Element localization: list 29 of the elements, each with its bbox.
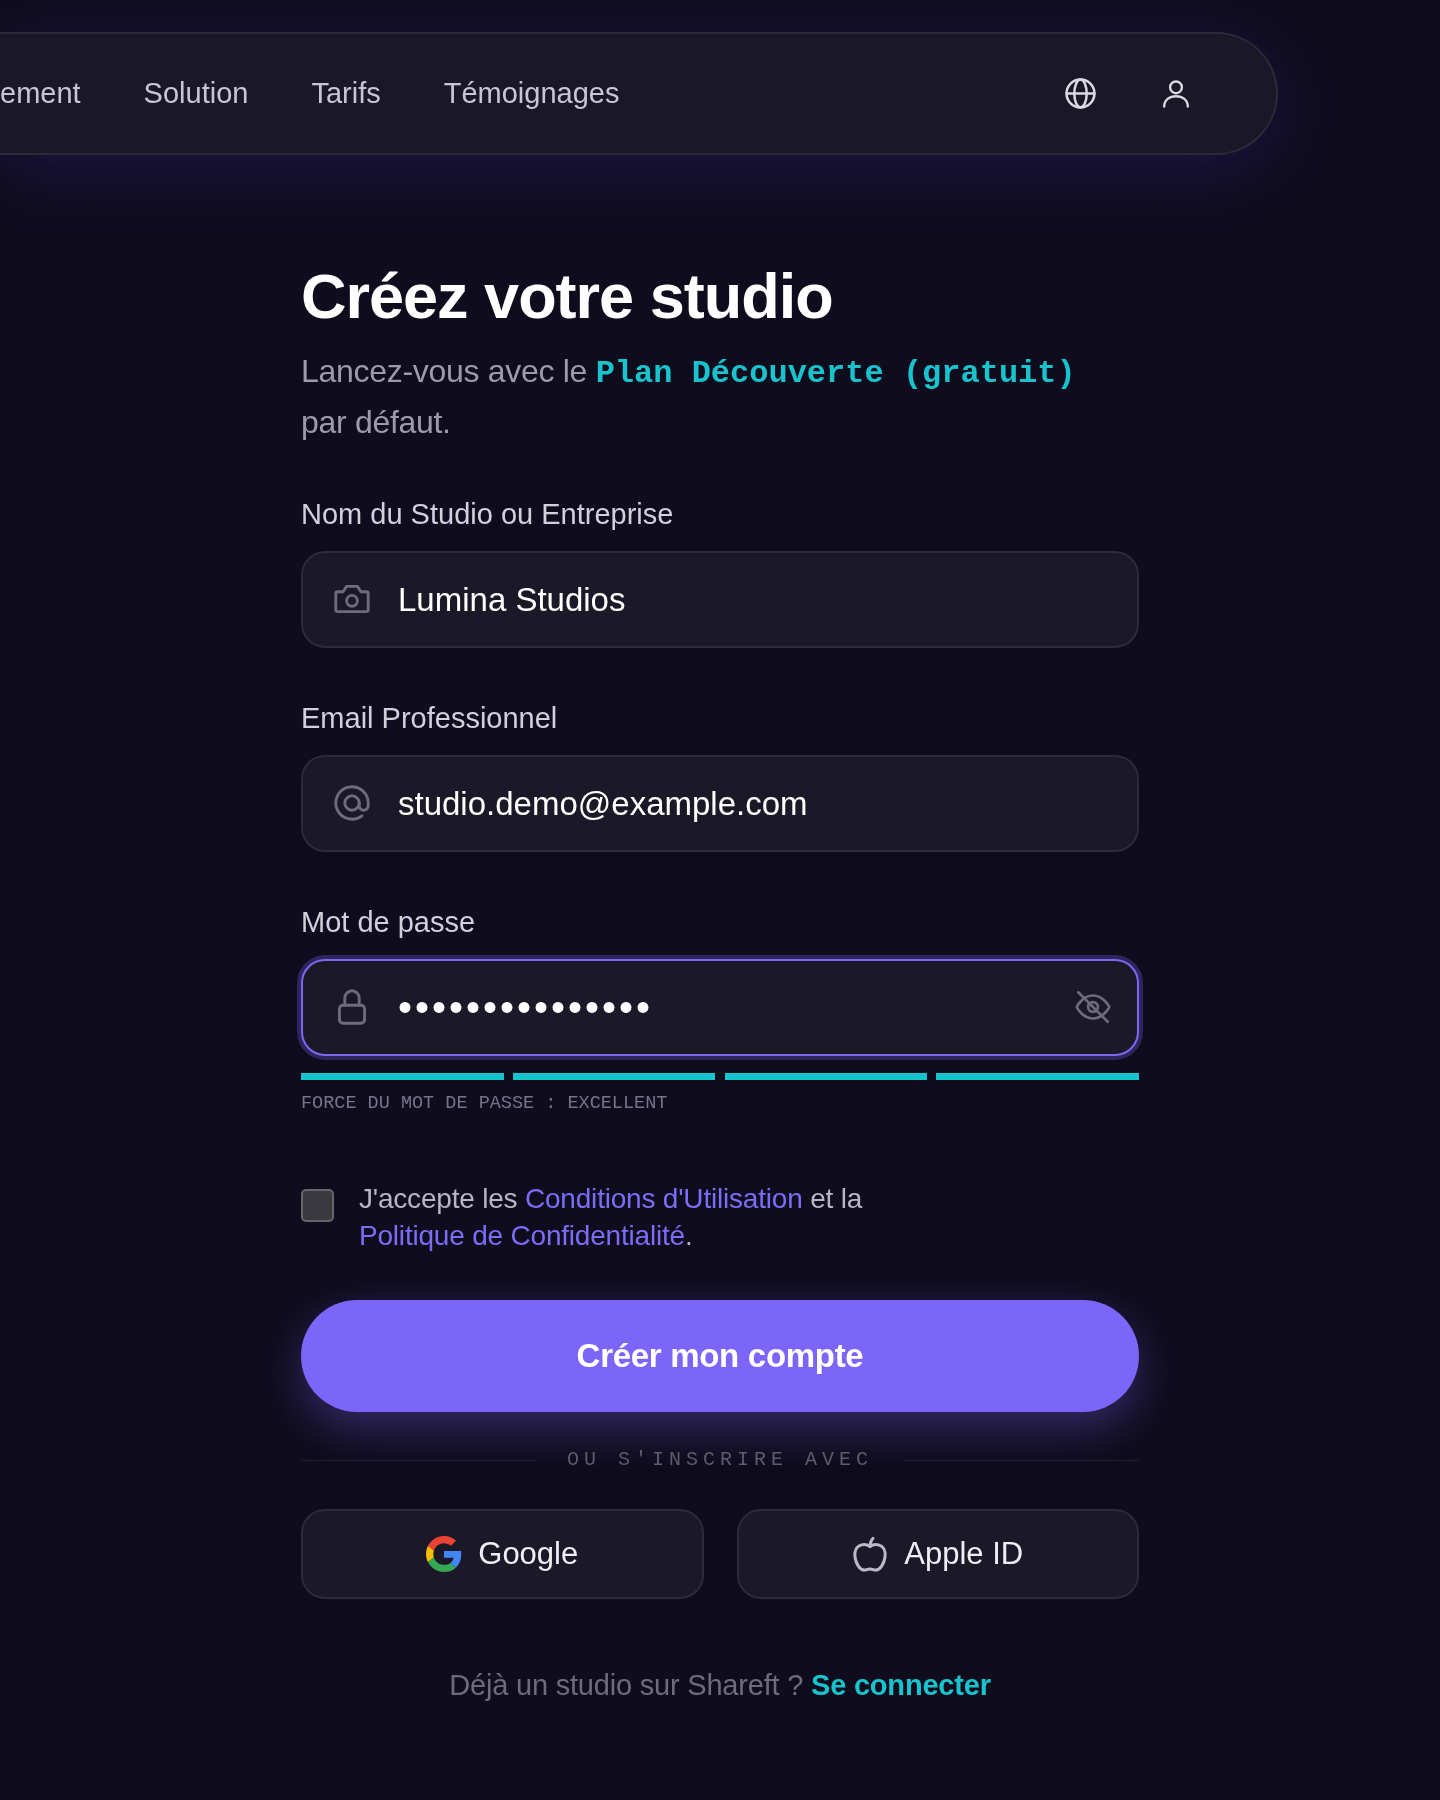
page-title: Créez votre studio [301,262,834,331]
terms-link[interactable]: Conditions d'Utilisation [524,1183,803,1214]
apple-button[interactable]: Apple ID [736,1509,1139,1599]
nav-link[interactable]: Tarifs [311,71,381,116]
user-icon[interactable] [1162,79,1190,108]
privacy-link[interactable]: Politique de Confidentialité [359,1220,685,1251]
strength-label: FORCE DU MOT DE PASSE : EXCELLENT [301,1092,669,1116]
email-field[interactable]: studio.demo@example.com [301,755,1139,852]
google-button[interactable]: Google [301,1509,704,1599]
studio-name-field[interactable]: Lumina Studios [301,551,1139,648]
nav-link[interactable]: Témoignages [443,71,620,116]
field-label: Mot de passe [301,905,477,940]
google-icon [426,1536,463,1572]
globe-icon[interactable] [1065,78,1096,109]
nav-link[interactable]: ement [0,71,81,116]
password-field[interactable]: ••••••••••••••• [301,959,1139,1056]
apple-icon [852,1536,889,1572]
divider-label: OU S'INSCRIRE AVEC [567,1447,874,1473]
signin-link[interactable]: Se connecter [811,1669,991,1701]
field-label: Email Professionnel [301,701,559,736]
nav-link[interactable]: Solution [143,71,249,116]
signin-prompt: Déjà un studio sur Shareft ? Se connecter [448,1668,992,1703]
terms-checkbox[interactable] [301,1189,334,1222]
create-account-button[interactable]: Créer mon compte [301,1300,1139,1412]
terms-text: J'accepte les Conditions d'Utilisation et la Politique de Confidentialité. [359,1182,864,1253]
field-label: Nom du Studio ou Entreprise [301,497,675,532]
subtitle: Lancez-vous avec le Plan Découverte (gratuit) par défaut. [301,352,1077,442]
eye-slash-icon[interactable] [1075,989,1111,1025]
at-sign-icon [334,785,370,821]
